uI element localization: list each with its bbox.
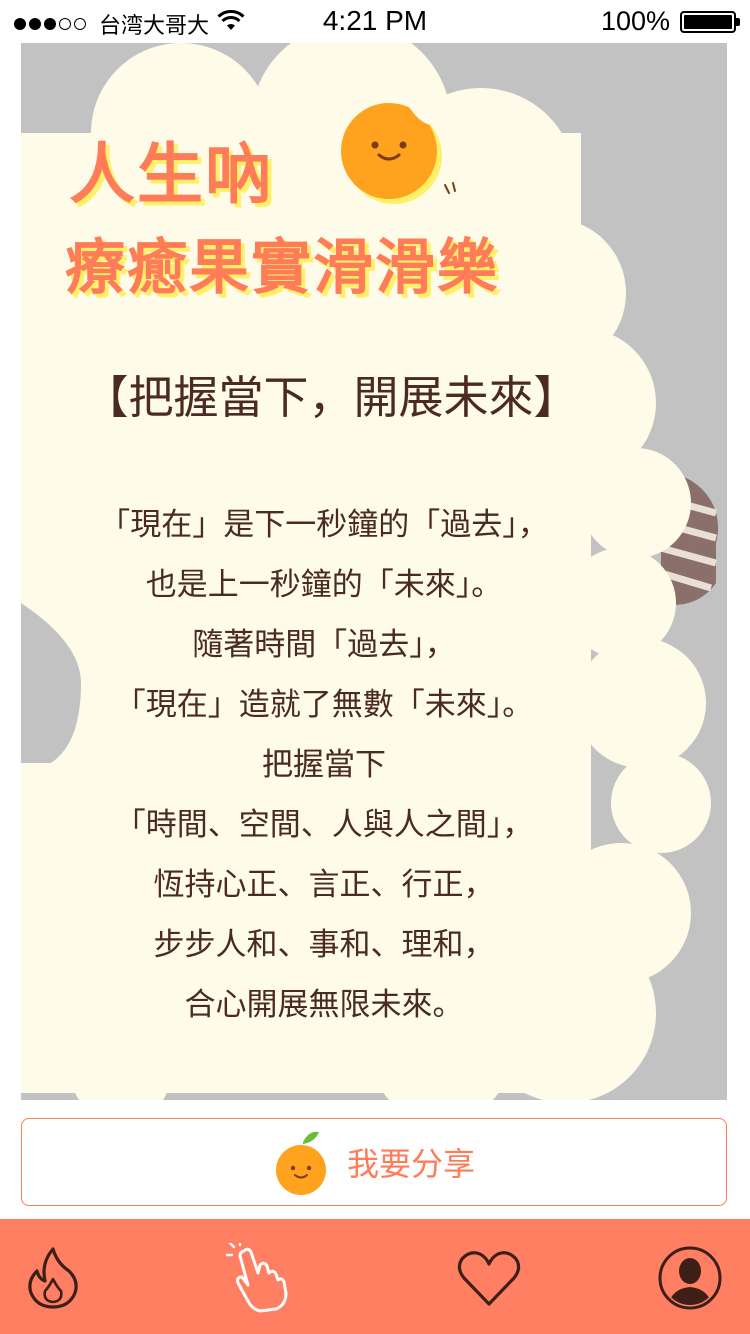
flame-icon: [28, 1247, 78, 1309]
poem-line: 隨著時間「過去」，: [192, 627, 456, 663]
poem-line: 把握當下: [262, 747, 386, 783]
poem-line: 恆持心正、言正、行正，: [153, 867, 495, 903]
poem-text: 「現在」是下一秒鐘的「過去」， 也是上一秒鐘的「未來」。 隨著時間「過去」， 「…: [21, 495, 627, 1035]
tab-hot[interactable]: [18, 1243, 88, 1313]
share-button[interactable]: 我要分享: [21, 1118, 727, 1206]
tab-swipe[interactable]: [224, 1243, 294, 1313]
poem-line: 也是上一秒鐘的「未來」。: [145, 567, 503, 603]
content-card[interactable]: 人生吶 療癒果實滑滑樂 【把握當下，開展未來】 「現在」是下一秒鐘的「過去」， …: [21, 43, 727, 1100]
card-subtitle: 【把握當下，開展未來】: [83, 371, 579, 424]
share-button-label: 我要分享: [346, 1145, 475, 1183]
status-bar: 台湾大哥大 4:21 PM 100%: [0, 0, 750, 42]
poem-line: 「時間、空間、人與人之間」，: [114, 807, 534, 843]
orange-mascot-icon: [341, 103, 456, 204]
hand-pointer-icon: [226, 1243, 288, 1313]
tab-profile[interactable]: [655, 1243, 725, 1313]
tab-bar: [0, 1219, 750, 1334]
poem-line: 步步人和、事和、理和，: [153, 927, 495, 963]
app-title-line2: 療癒果實滑滑樂: [65, 233, 499, 303]
orange-mascot-icon: [275, 1131, 326, 1195]
battery-icon: [680, 10, 740, 33]
poem-line: 合心開展無限未來。: [184, 987, 464, 1023]
app-title-line1: 人生吶: [69, 136, 273, 213]
heart-icon: [457, 1251, 521, 1306]
user-avatar-icon: [658, 1246, 722, 1310]
battery-percentage: 100%: [600, 6, 670, 36]
status-right: 100%: [600, 6, 740, 37]
poem-line: 「現在」造就了無數「未來」。: [114, 687, 534, 723]
tab-favorites[interactable]: [454, 1243, 524, 1313]
poem-line: 「現在」是下一秒鐘的「過去」，: [99, 507, 549, 543]
